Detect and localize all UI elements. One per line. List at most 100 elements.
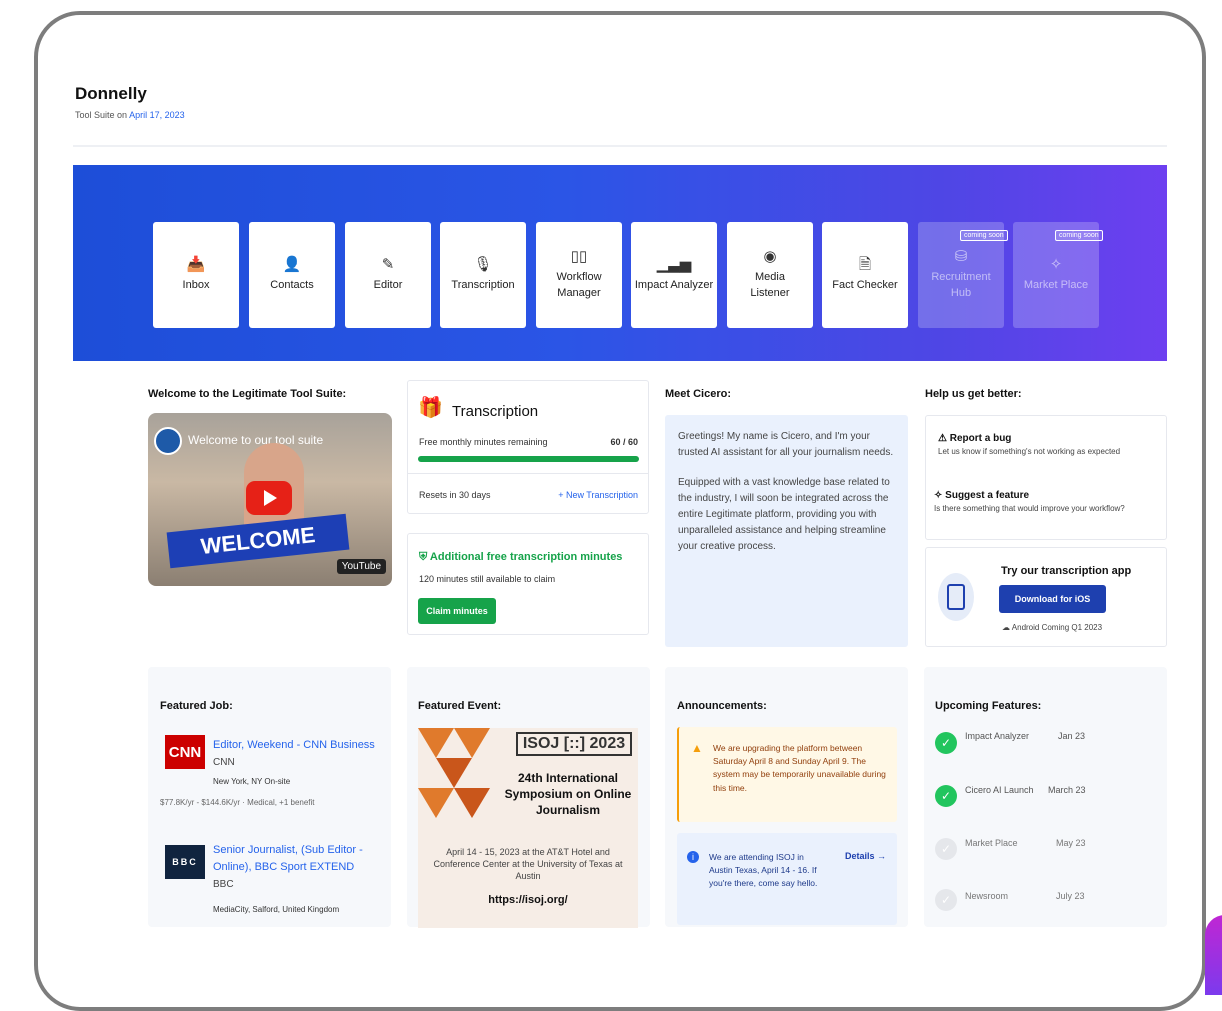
help-title: Help us get better: bbox=[925, 388, 1022, 400]
tool-transcription[interactable]: 🎙 Transcription bbox=[440, 222, 526, 328]
android-note: ☁ Android Coming Q1 2023 bbox=[1002, 623, 1102, 632]
feature-date: March 23 bbox=[1048, 785, 1086, 795]
tool-fact-checker[interactable]: 🗎 Fact Checker bbox=[822, 222, 908, 328]
job-role-link[interactable]: Senior Journalist, (Sub Editor - Online)… bbox=[213, 842, 373, 875]
minutes-progress-fill bbox=[418, 456, 639, 462]
lightbulb-icon: ✧ bbox=[934, 490, 943, 501]
poster-triangle bbox=[454, 728, 490, 758]
bar-chart-icon: ▁▃▅ bbox=[656, 255, 692, 273]
tool-label: Transcription bbox=[451, 278, 515, 291]
document-icon: 🗎 bbox=[858, 255, 872, 273]
suggest-feature-title: Suggest a feature bbox=[945, 490, 1030, 501]
youtube-logo[interactable]: YouTube bbox=[336, 559, 386, 574]
new-transcription-link[interactable]: + New Transcription bbox=[558, 490, 638, 500]
poster-triangle bbox=[454, 788, 490, 818]
minutes-progress bbox=[418, 456, 639, 462]
event-name: 24th International Symposium on Online J… bbox=[504, 771, 632, 818]
download-ios-button[interactable]: Download for iOS bbox=[999, 585, 1106, 613]
editor-icon: ✎ bbox=[381, 255, 395, 273]
welcome-video[interactable]: Welcome to our tool suite WELCOME YouTub… bbox=[148, 413, 392, 586]
play-icon[interactable] bbox=[246, 481, 292, 515]
check-circle-icon: ✓ bbox=[935, 732, 957, 754]
tool-inbox[interactable]: 📥 Inbox bbox=[153, 222, 239, 328]
corner-accent bbox=[1205, 915, 1222, 995]
feedback-card: ⚠ Report a bug Let us know if something'… bbox=[925, 415, 1167, 540]
tool-label: Recruitment Hub bbox=[931, 271, 991, 299]
header-date-link[interactable]: April 17, 2023 bbox=[129, 110, 185, 120]
report-bug-item[interactable]: ⚠ Report a bug Let us know if something'… bbox=[938, 433, 1120, 456]
user-name: Donnelly bbox=[75, 84, 147, 103]
extra-minutes-desc: 120 minutes still available to claim bbox=[419, 574, 556, 584]
app-title: Try our transcription app bbox=[1001, 565, 1132, 577]
gift-icon: 🎁 bbox=[418, 397, 443, 419]
tool-label: Editor bbox=[373, 278, 403, 291]
feature-date: Jan 23 bbox=[1058, 731, 1086, 741]
coming-soon-badge: coming soon bbox=[960, 230, 1008, 241]
cicero-title: Meet Cicero: bbox=[665, 388, 732, 400]
workflow-icon: ▯▯ bbox=[570, 248, 588, 266]
feature-date: May 23 bbox=[1056, 838, 1086, 848]
announcement-text: We are upgrading the platform between Sa… bbox=[713, 743, 886, 793]
tool-label: Media Listener bbox=[750, 271, 790, 299]
android-note-text: Android Coming Q1 2023 bbox=[1011, 623, 1103, 632]
announcement-isoj: i We are attending ISOJ in Austin Texas,… bbox=[677, 833, 897, 925]
tool-label: Fact Checker bbox=[832, 278, 898, 291]
tool-label: Market Place bbox=[1023, 278, 1089, 291]
details-link[interactable]: Details → bbox=[845, 851, 886, 861]
job-company: BBC bbox=[213, 879, 234, 890]
cicero-paragraph-1: Greetings! My name is Cicero, and I'm yo… bbox=[678, 431, 894, 458]
job-location: New York, NY On-site bbox=[213, 777, 291, 786]
video-title: Welcome to our tool suite bbox=[188, 433, 324, 447]
download-ios-label: Download for iOS bbox=[1014, 594, 1091, 604]
android-icon: ☁ bbox=[1002, 623, 1010, 632]
channel-avatar bbox=[154, 427, 182, 455]
shield-check-icon: ⛨ bbox=[419, 551, 428, 563]
transcription-card-title: Transcription bbox=[452, 403, 539, 420]
upcoming-features-title: Upcoming Features: bbox=[935, 700, 1042, 712]
check-circle-icon: ✓ bbox=[935, 785, 957, 807]
featured-job-title: Featured Job: bbox=[160, 700, 233, 712]
event-details: April 14 - 15, 2023 at the AT&T Hotel an… bbox=[433, 847, 623, 882]
tool-editor[interactable]: ✎ Editor bbox=[345, 222, 431, 328]
phone-icon bbox=[938, 573, 974, 621]
job-location: MediaCity, Salford, United Kingdom bbox=[213, 905, 340, 914]
event-url[interactable]: https://isoj.org/ bbox=[418, 894, 638, 906]
briefcase-icon: ⛁ bbox=[954, 248, 968, 266]
report-bug-desc: Let us know if something's not working a… bbox=[938, 447, 1121, 456]
feature-name: Newsroom bbox=[965, 891, 1009, 901]
feature-name: Market Place bbox=[965, 838, 1018, 848]
check-circle-icon: ✓ bbox=[935, 838, 957, 860]
announcement-text: We are attending ISOJ in Austin Texas, A… bbox=[709, 852, 818, 889]
suggest-feature-item[interactable]: ✧ Suggest a feature Is there something t… bbox=[934, 490, 1125, 513]
suggest-feature-desc: Is there something that would improve yo… bbox=[934, 504, 1125, 513]
tool-media-listener[interactable]: ◉ Media Listener bbox=[727, 222, 813, 328]
header-sub-prefix: Tool Suite on bbox=[75, 110, 128, 120]
job-pay: $77.8K/yr - $144.6K/yr · Medical, +1 ben… bbox=[160, 798, 315, 807]
transcription-app-card: Try our transcription app Download for i… bbox=[925, 547, 1167, 647]
tool-contacts[interactable]: 👤 Contacts bbox=[249, 222, 335, 328]
microphone-icon: 🎙 bbox=[473, 255, 493, 273]
cicero-intro: Greetings! My name is Cicero, and I'm yo… bbox=[665, 415, 908, 647]
media-listener-icon: ◉ bbox=[763, 248, 777, 266]
job-company: CNN bbox=[213, 757, 235, 768]
claim-minutes-button[interactable]: Claim minutes bbox=[418, 598, 496, 624]
announcement-maintenance: ▲ We are upgrading the platform between … bbox=[677, 727, 897, 822]
header-subtitle: Tool Suite on April 17, 2023 bbox=[75, 110, 185, 120]
featured-event-title: Featured Event: bbox=[418, 700, 502, 712]
minutes-label: Free monthly minutes remaining bbox=[419, 437, 548, 447]
tool-workflow-manager[interactable]: ▯▯ Workflow Manager bbox=[536, 222, 622, 328]
feature-name: Cicero AI Launch bbox=[965, 785, 1034, 795]
feature-name: Impact Analyzer bbox=[965, 731, 1030, 741]
coming-soon-badge: coming soon bbox=[1055, 230, 1103, 241]
warning-icon: ▲ bbox=[691, 741, 703, 755]
sparkle-icon: ✧ bbox=[1049, 255, 1063, 273]
bbc-logo: BBC bbox=[165, 845, 205, 879]
info-icon: i bbox=[687, 851, 699, 863]
check-circle-icon: ✓ bbox=[935, 889, 957, 911]
tool-impact-analyzer[interactable]: ▁▃▅ Impact Analyzer bbox=[631, 222, 717, 328]
tool-label: Workflow Manager bbox=[556, 271, 602, 299]
cnn-logo: CNN bbox=[165, 735, 205, 769]
minutes-value: 60 / 60 bbox=[610, 437, 638, 447]
job-role-link[interactable]: Editor, Weekend - CNN Business bbox=[213, 739, 383, 751]
event-poster[interactable]: ISOJ [::] 2023 24th International Sympos… bbox=[418, 728, 638, 928]
